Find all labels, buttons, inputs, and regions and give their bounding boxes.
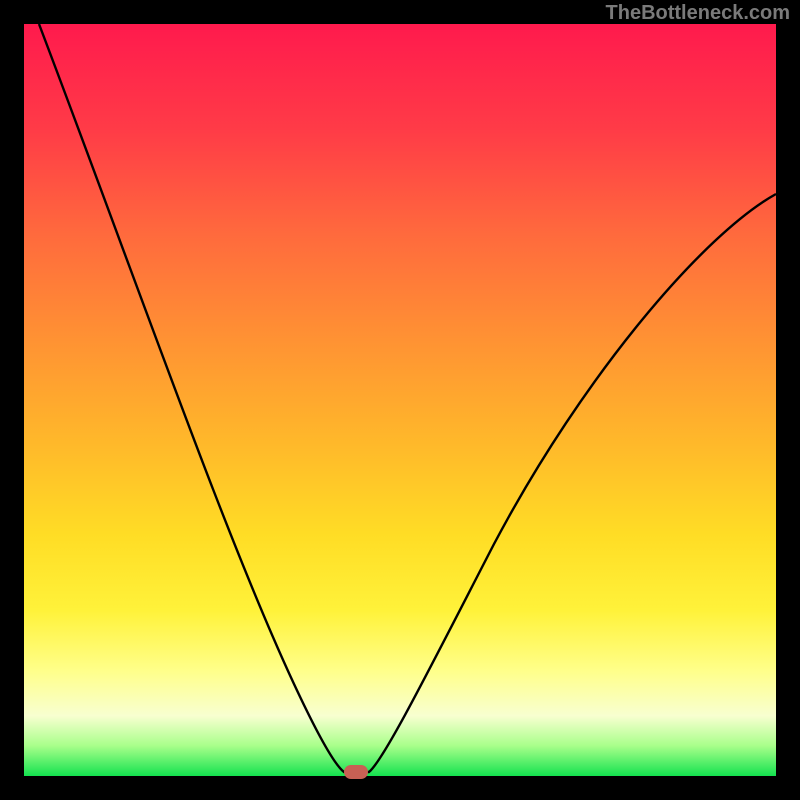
bottleneck-curve-svg — [24, 24, 776, 776]
watermark-text: TheBottleneck.com — [606, 2, 790, 25]
chart-frame: TheBottleneck.com — [0, 0, 800, 800]
optimal-marker — [344, 765, 368, 779]
bottleneck-curve-path — [39, 24, 776, 772]
